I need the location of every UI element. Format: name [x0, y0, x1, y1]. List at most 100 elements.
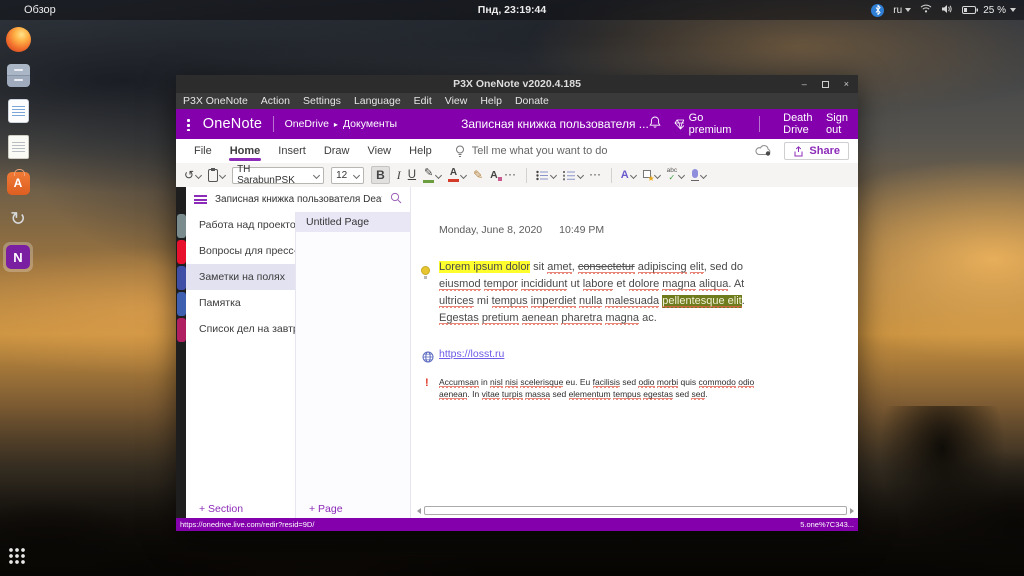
styles-button[interactable]: A: [621, 169, 636, 181]
dock-item-onenote[interactable]: N: [3, 242, 33, 272]
menu-edit[interactable]: Edit: [414, 95, 432, 107]
tell-me-box[interactable]: Tell me what you want to do: [455, 145, 608, 158]
bullet-list-button[interactable]: [536, 170, 556, 181]
tags-button[interactable]: ★: [643, 170, 660, 180]
dock-item-files[interactable]: [5, 62, 31, 88]
show-applications-icon[interactable]: [8, 547, 25, 564]
text-segment: sed: [673, 389, 691, 399]
menu-action[interactable]: Action: [261, 95, 290, 107]
system-tray[interactable]: ru 25 %: [871, 4, 1016, 17]
bold-button[interactable]: B: [371, 166, 390, 184]
minimize-button[interactable]: –: [802, 79, 807, 89]
maximize-button[interactable]: [822, 81, 829, 88]
more-lists-button[interactable]: ···: [590, 170, 602, 180]
dock-item-firefox[interactable]: [5, 26, 31, 52]
section-color-tab[interactable]: [177, 214, 186, 238]
highlight-button[interactable]: ✎: [423, 168, 441, 183]
window-titlebar[interactable]: P3X OneNote v2020.4.185 – ×: [176, 75, 858, 93]
menu-donate[interactable]: Donate: [515, 95, 549, 107]
section-item[interactable]: Список дел на завтра: [186, 316, 295, 342]
tab-insert[interactable]: Insert: [269, 141, 315, 162]
go-premium-button[interactable]: Go premium: [674, 112, 735, 136]
tab-help[interactable]: Help: [400, 141, 441, 162]
horizontal-scrollbar[interactable]: [417, 505, 854, 516]
font-size-select[interactable]: 12: [331, 167, 364, 184]
activities-button[interactable]: Обзор: [24, 4, 56, 16]
section-item[interactable]: Работа над проектом: [186, 212, 295, 238]
tab-view[interactable]: View: [358, 141, 400, 162]
more-options-button[interactable]: ···: [505, 170, 517, 180]
website-tag-icon[interactable]: [422, 350, 434, 368]
page-item-selected[interactable]: Untitled Page: [296, 212, 410, 232]
paste-button[interactable]: [208, 169, 225, 182]
dock-item-updater[interactable]: ↻: [5, 206, 31, 232]
text-segment: Egestas: [439, 312, 479, 325]
notifications-bell-icon[interactable]: [649, 116, 661, 132]
scrollbar-thumb[interactable]: [424, 506, 847, 515]
section-color-tab[interactable]: [177, 266, 186, 290]
desktop: Обзор Пнд, 23:19:44 ru 25 %: [0, 0, 1024, 576]
hamburger-menu-icon[interactable]: [194, 195, 207, 204]
wifi-icon[interactable]: [920, 4, 932, 16]
status-file: 5.one%7C343...: [800, 520, 854, 529]
section-item-selected[interactable]: Заметки на полях: [186, 264, 295, 290]
note-paragraph[interactable]: Lorem ipsum dolor sit amet, consectetur …: [439, 259, 753, 327]
section-color-tab[interactable]: [177, 292, 186, 316]
menu-p3x-onenote[interactable]: P3X OneNote: [183, 95, 248, 107]
tab-home[interactable]: Home: [221, 141, 270, 162]
scroll-left-icon[interactable]: [417, 508, 421, 514]
bluetooth-icon[interactable]: [871, 4, 884, 17]
section-item[interactable]: Вопросы для пресс-к...: [186, 238, 295, 264]
volume-icon[interactable]: [941, 4, 953, 17]
add-page-button[interactable]: + Page: [295, 500, 410, 518]
add-section-button[interactable]: + Section: [186, 500, 295, 518]
note-important-paragraph[interactable]: Accumsan in nisl nisi scelerisque eu. Eu…: [439, 377, 771, 400]
numbered-list-button[interactable]: [563, 170, 583, 181]
menu-view[interactable]: View: [445, 95, 468, 107]
app-launcher-icon[interactable]: [186, 118, 191, 131]
sync-status-icon[interactable]: [755, 144, 772, 159]
underline-button[interactable]: U: [408, 169, 416, 181]
share-button[interactable]: Share: [784, 142, 849, 160]
section-item[interactable]: Памятка: [186, 290, 295, 316]
menu-language[interactable]: Language: [354, 95, 401, 107]
tab-file[interactable]: File: [185, 141, 221, 162]
search-icon[interactable]: [390, 191, 402, 209]
dictate-button[interactable]: [691, 169, 706, 181]
page-editor[interactable]: Monday, June 8, 2020 10:49 PM Lorem ipsu…: [410, 187, 858, 518]
menu-settings[interactable]: Settings: [303, 95, 341, 107]
italic-button[interactable]: I: [397, 168, 401, 183]
lightbulb-icon: [455, 145, 465, 158]
app-name[interactable]: OneNote: [203, 116, 262, 132]
note-link[interactable]: https://losst.ru: [439, 348, 504, 360]
breadcrumb[interactable]: OneDrive ▸ Документы: [285, 118, 398, 130]
dock-item-text-editor[interactable]: [5, 134, 31, 160]
section-color-tab[interactable]: [177, 240, 186, 264]
dock-item-software[interactable]: A: [5, 170, 31, 196]
battery-indicator[interactable]: 25 %: [962, 5, 1016, 16]
files-icon: [7, 64, 30, 87]
important-tag-icon[interactable]: !: [425, 377, 429, 389]
dock-item-writer[interactable]: [5, 98, 31, 124]
sign-out-button[interactable]: Sign out: [826, 112, 848, 136]
tab-draw[interactable]: Draw: [315, 141, 359, 162]
undo-button[interactable]: ↺: [184, 168, 201, 182]
section-color-tab[interactable]: [177, 318, 186, 342]
keyboard-layout-indicator[interactable]: ru: [893, 5, 911, 16]
text-segment: aliqua: [699, 278, 728, 291]
font-color-button[interactable]: A: [448, 168, 466, 182]
clear-formatting-button[interactable]: A: [490, 169, 498, 181]
account-name[interactable]: Death Drive: [783, 112, 813, 136]
font-name-select[interactable]: TH SarabunPSK: [232, 167, 324, 184]
chevron-down-icon: [1010, 8, 1016, 12]
menu-help[interactable]: Help: [480, 95, 502, 107]
text-segment: .: [742, 295, 745, 307]
breadcrumb-sep-icon: ▸: [334, 120, 338, 129]
format-painter-button[interactable]: ✎: [473, 168, 483, 182]
scroll-right-icon[interactable]: [850, 508, 854, 514]
close-button[interactable]: ×: [844, 79, 849, 89]
idea-tag-icon[interactable]: [421, 266, 430, 275]
clock[interactable]: Пнд, 23:19:44: [478, 4, 546, 16]
dock: A ↻ N: [2, 26, 34, 272]
spell-check-button[interactable]: abc✓: [667, 168, 684, 182]
